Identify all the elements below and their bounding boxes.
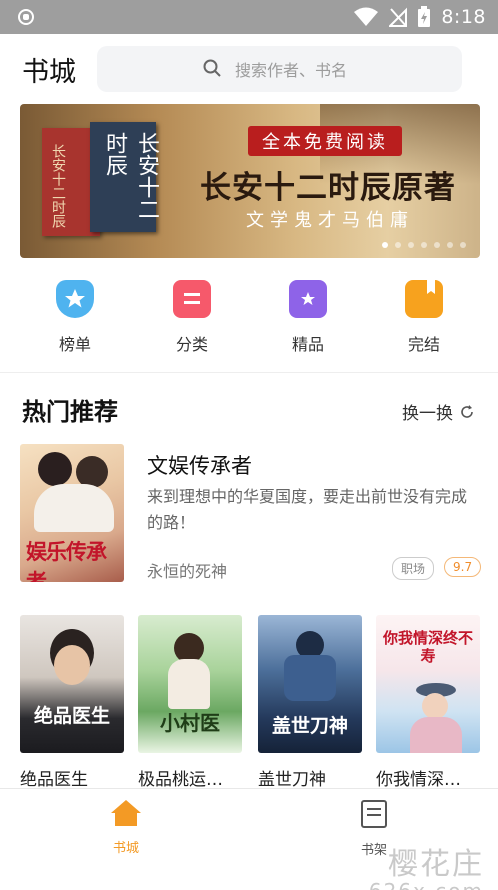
banner-page-dot[interactable]: [421, 242, 427, 248]
nav-tab-bookstore[interactable]: 书城: [86, 799, 166, 856]
refresh-icon: [461, 404, 473, 418]
status-bar: 8:18: [0, 0, 498, 34]
banner-book-covers: 长安十二时辰 长安十二时辰: [42, 122, 162, 240]
score-badge: 9.7: [444, 557, 482, 577]
banner-page-dot[interactable]: [395, 242, 401, 248]
search-icon: [203, 59, 221, 77]
category-rank[interactable]: 榜单: [35, 272, 115, 355]
book-card[interactable]: 小村医 极品桃运…: [138, 615, 242, 790]
cover-figure-body: [284, 655, 336, 701]
category-row: 榜单 分类 精品 完结: [0, 272, 498, 362]
search-bar[interactable]: 搜索作者、书名: [97, 46, 462, 92]
banner-page-dot[interactable]: [447, 242, 453, 248]
featured-cover-title: 娱乐传承者: [26, 539, 107, 582]
book-card[interactable]: 绝品医生 绝品医生: [20, 615, 124, 790]
category-classify[interactable]: 分类: [152, 272, 232, 355]
cover-figure-face: [422, 693, 448, 719]
page-title: 书城: [22, 57, 76, 88]
status-right: 8:18: [353, 0, 486, 34]
swap-label: 换一换: [402, 404, 453, 424]
category-icon: [173, 280, 211, 318]
no-signal-icon: [389, 7, 408, 27]
search-placeholder: 搜索作者、书名: [235, 61, 348, 80]
watermark-line2: 626x.com: [369, 879, 484, 890]
bottom-navigation: 书城 书架 樱花庄 626x.com: [0, 788, 498, 890]
featured-book[interactable]: 娱乐传承者 文娱传承者 来到理想中的华夏国度，要走出前世没有完成的路！ 永恒的死…: [20, 444, 482, 584]
home-icon: [111, 800, 141, 826]
battery-charging-icon: [418, 6, 431, 27]
banner-subline: 文学鬼才马伯庸: [246, 210, 414, 231]
featured-book-author: 永恒的死神: [147, 562, 228, 581]
header: 书城 搜索作者、书名: [0, 34, 498, 102]
star-badge-icon: [289, 280, 327, 318]
featured-book-cover: 娱乐传承者: [20, 444, 124, 582]
banner-headline: 长安十二时辰原著: [200, 170, 456, 206]
category-label: 分类: [175, 335, 208, 354]
genre-badge: 职场: [392, 557, 435, 580]
banner-tag: 全本免费阅读: [248, 126, 402, 156]
watermark: 樱花庄 626x.com: [369, 839, 484, 890]
cover-figure-body: [168, 659, 210, 709]
category-premium[interactable]: 精品: [268, 272, 348, 355]
category-label: 榜单: [58, 335, 91, 354]
category-label: 精品: [291, 335, 324, 354]
banner-book-blue: 长安十二时辰: [90, 122, 159, 232]
bookshelf-icon: [361, 800, 387, 828]
banner-page-dot[interactable]: [408, 242, 414, 248]
nav-label: 书城: [112, 841, 139, 856]
banner-book-blue-title: 长安十二时辰: [102, 132, 159, 220]
book-grid: 绝品医生 绝品医生 小村医 极品桃运… 盖世刀神 盖世刀神 你我情深终不寿 你我…: [20, 615, 480, 795]
swap-button[interactable]: 换一换: [402, 399, 475, 424]
book-name: 盖世刀神: [258, 770, 326, 790]
banner-page-dot[interactable]: [382, 242, 388, 248]
book-cover-title: 绝品医生: [33, 705, 110, 727]
book-card[interactable]: 盖世刀神 盖世刀神: [258, 615, 362, 790]
promo-banner[interactable]: 长安十二时辰 长安十二时辰 全本免费阅读 长安十二时辰原著 文学鬼才马伯庸: [20, 104, 480, 258]
book-cover-title: 你我情深终不寿: [382, 629, 473, 665]
book-card[interactable]: 你我情深终不寿 你我情深…: [376, 615, 480, 790]
book-name: 绝品医生: [20, 770, 88, 790]
cover-figure-body: [410, 717, 462, 753]
book-cover-title: 盖世刀神: [271, 715, 348, 737]
status-time: 8:18: [441, 6, 486, 28]
bookmark-icon: [405, 280, 443, 318]
banner-book-red-title: 长安十二时辰: [50, 144, 66, 228]
shield-notification-icon: [18, 9, 34, 25]
book-cover: 你我情深终不寿: [376, 615, 480, 753]
wifi-icon: [354, 7, 379, 26]
banner-page-dot[interactable]: [460, 242, 466, 248]
book-cover: 盖世刀神: [258, 615, 362, 753]
featured-book-name: 文娱传承者: [147, 454, 252, 478]
section-title: 热门推荐: [22, 398, 118, 426]
featured-book-description: 来到理想中的华夏国度，要走出前世没有完成的路！: [147, 487, 468, 532]
trophy-icon: [56, 280, 94, 318]
category-label: 完结: [407, 335, 440, 354]
banner-page-indicator: [382, 242, 466, 248]
book-cover: 小村医: [138, 615, 242, 753]
cover-figure-body: [34, 484, 114, 532]
banner-page-dot[interactable]: [434, 242, 440, 248]
book-name: 你我情深…: [376, 770, 461, 790]
book-name: 极品桃运…: [138, 770, 223, 790]
section-divider: [0, 372, 498, 373]
book-cover-title: 小村医: [160, 711, 220, 735]
cover-figure-face: [54, 645, 90, 685]
book-cover: 绝品医生: [20, 615, 124, 753]
watermark-line1: 樱花庄: [388, 847, 484, 882]
category-finished[interactable]: 完结: [384, 272, 464, 355]
cover-figure-head: [38, 452, 72, 486]
